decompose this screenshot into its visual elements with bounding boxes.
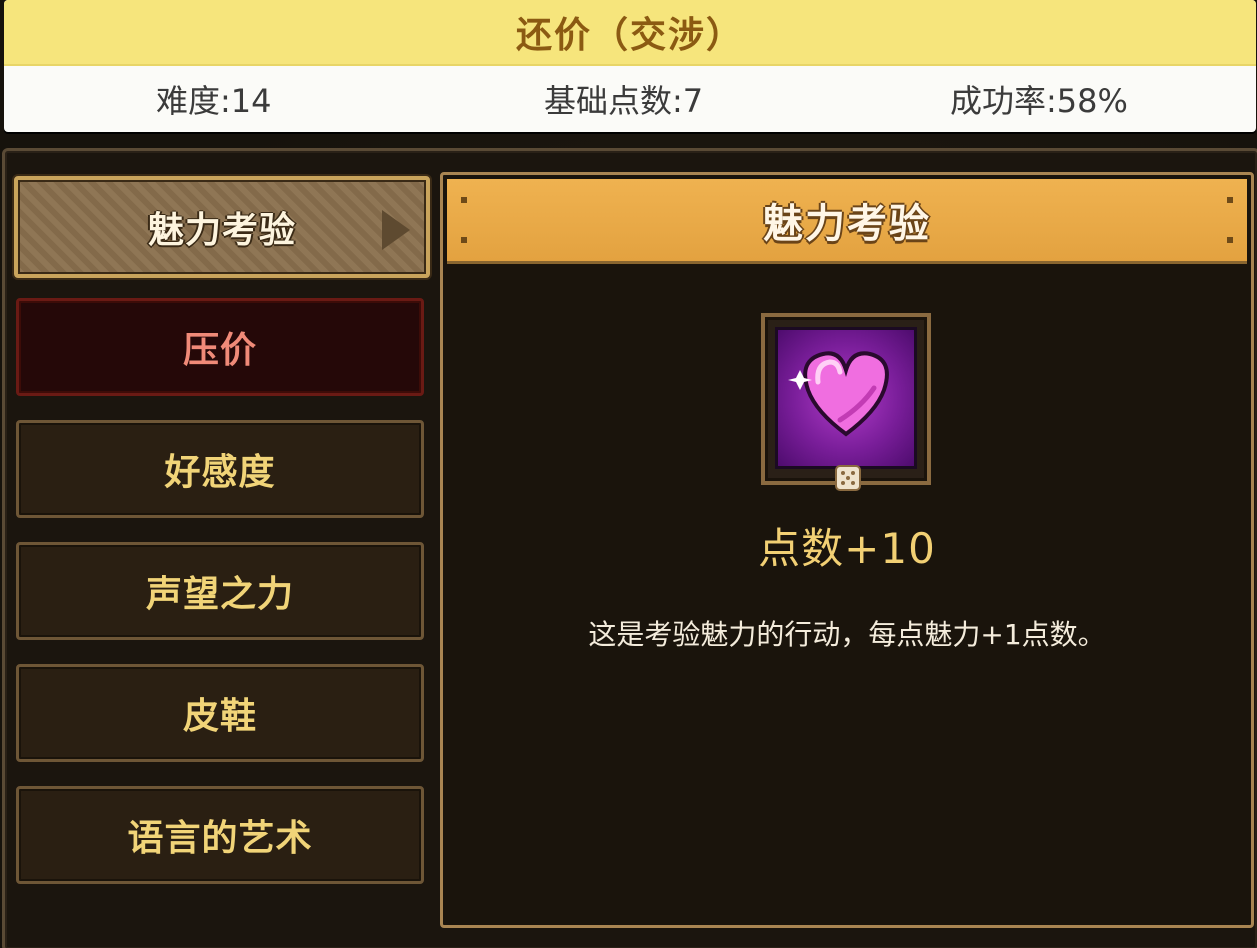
- menu-item-leather-shoes[interactable]: 皮鞋: [16, 664, 424, 762]
- corner-rivet: [461, 237, 467, 243]
- menu-item-haggle[interactable]: 压价: [16, 298, 424, 396]
- menu-item-label: 语言的艺术: [127, 818, 313, 859]
- base-points-stat: 基础点数:7: [544, 82, 704, 120]
- dice-icon: [835, 465, 861, 491]
- menu-item-label: 魅力考验: [147, 210, 296, 251]
- corner-rivet: [1227, 237, 1233, 243]
- pink-heart-icon: [788, 351, 889, 437]
- action-description: 这是考验魅力的行动，每点魅力+1点数。: [588, 618, 1106, 651]
- menu-item-favorability[interactable]: 好感度: [16, 420, 424, 518]
- selected-arrow-icon: [382, 210, 410, 250]
- action-icon-frame: [761, 313, 931, 491]
- menu-item-label: 声望之力: [145, 574, 294, 615]
- game-screen: 还价（交涉） 难度:14 基础点数:7 成功率:58% 魅力考验 压价 好感度 …: [0, 0, 1257, 948]
- page-title: 还价（交涉）: [515, 15, 744, 56]
- detail-title: 魅力考验: [763, 201, 931, 247]
- corner-rivet: [461, 197, 467, 203]
- action-icon-background: [775, 327, 917, 469]
- menu-item-charm-test[interactable]: 魅力考验: [14, 176, 430, 278]
- menu-item-label: 压价: [182, 330, 257, 371]
- menu-item-reputation[interactable]: 声望之力: [16, 542, 424, 640]
- menu-item-art-of-language[interactable]: 语言的艺术: [16, 786, 424, 884]
- corner-rivet: [1227, 197, 1233, 203]
- success-rate-stat: 成功率:58%: [950, 82, 1128, 120]
- detail-panel: 魅力考验 点数+10 这是考验魅力的行动，每点魅力+1点数。: [440, 172, 1254, 928]
- points-bonus: 点数+10: [758, 524, 936, 573]
- menu-item-label: 好感度: [164, 452, 276, 493]
- negotiation-header: 还价（交涉） 难度:14 基础点数:7 成功率:58%: [4, 0, 1256, 132]
- stats-row: 难度:14 基础点数:7 成功率:58%: [4, 66, 1256, 130]
- detail-header: 魅力考验: [447, 179, 1247, 264]
- difficulty-stat: 难度:14: [156, 82, 272, 120]
- menu-item-label: 皮鞋: [182, 696, 257, 737]
- header-title-bar: 还价（交涉）: [4, 0, 1256, 66]
